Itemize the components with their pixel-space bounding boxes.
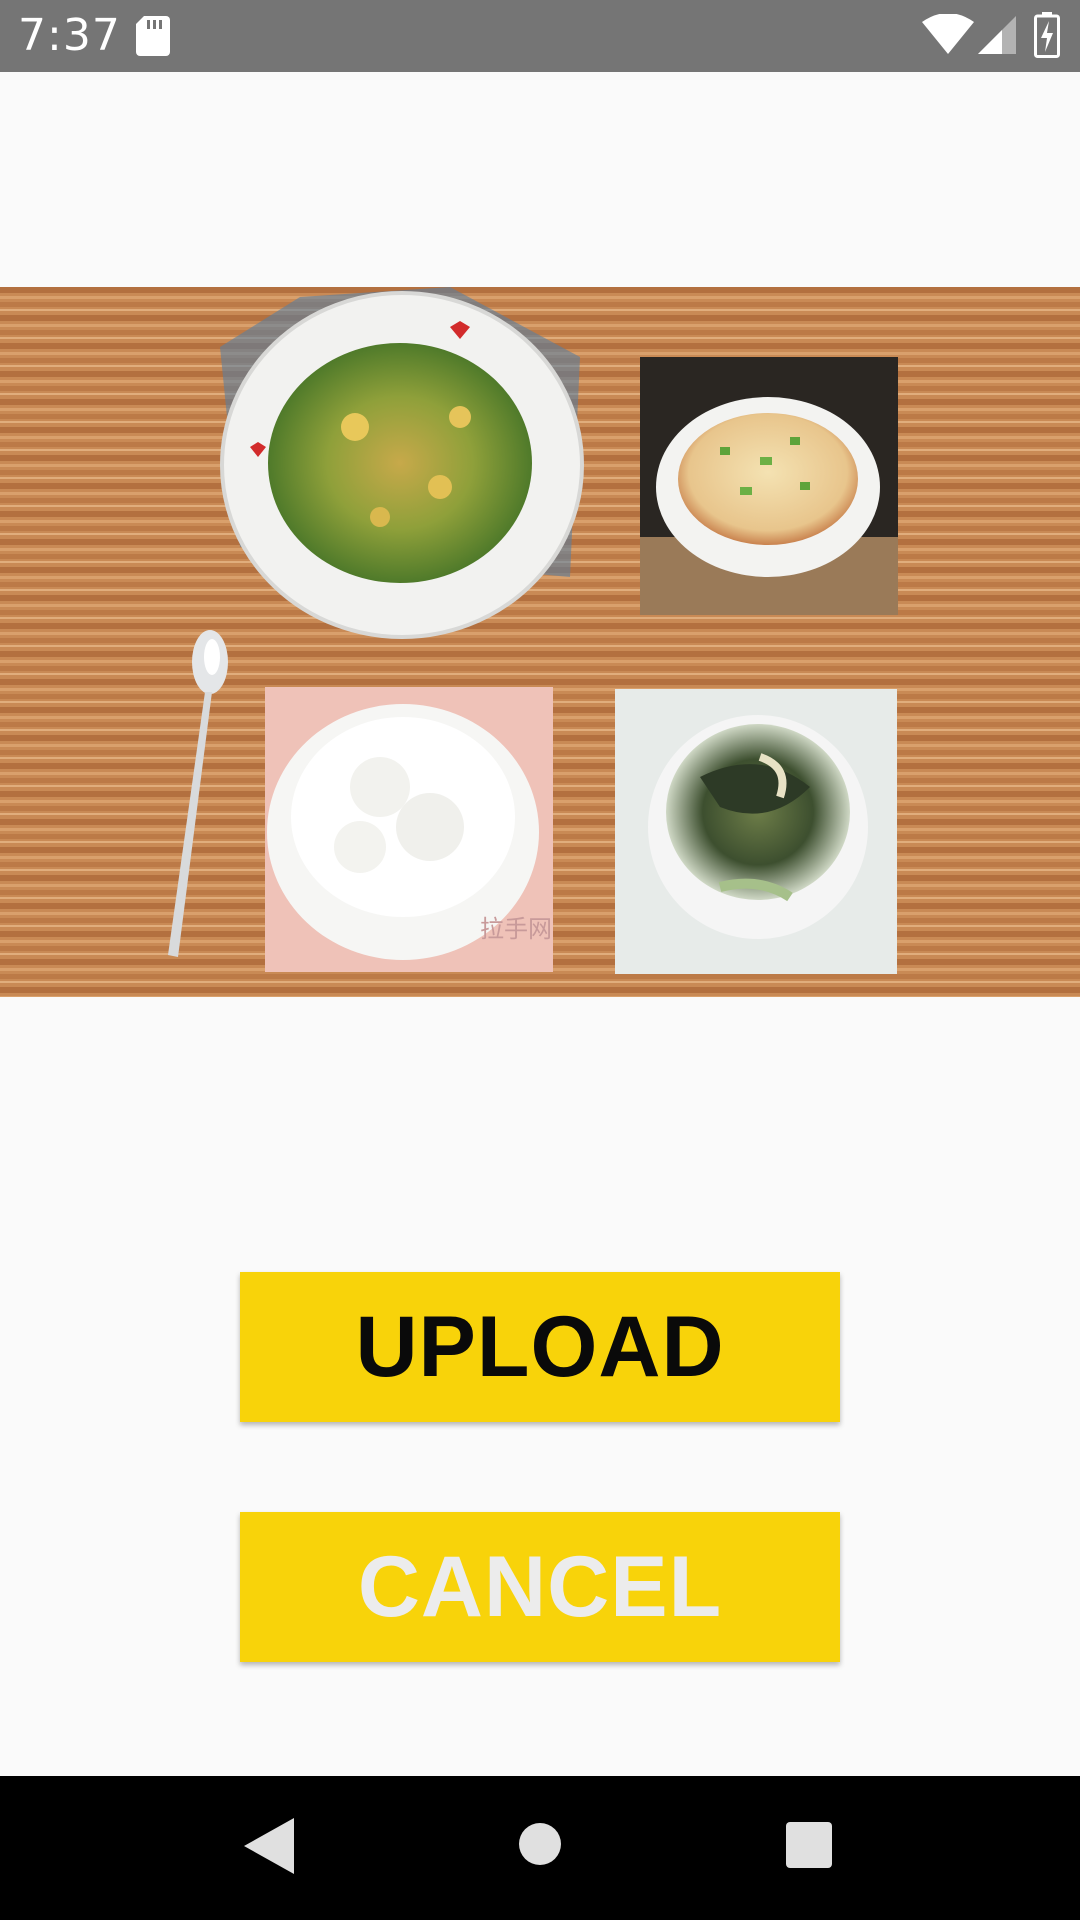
home-icon[interactable]	[518, 1822, 562, 1866]
upload-button[interactable]: UPLOAD	[240, 1272, 840, 1422]
back-icon[interactable]	[244, 1818, 294, 1874]
cancel-button[interactable]: CANCEL	[240, 1512, 840, 1662]
battery-charging-icon	[1034, 12, 1060, 58]
wifi-icon	[922, 14, 974, 54]
cell-signal-icon	[978, 16, 1016, 54]
status-bar: 7:37	[0, 0, 1080, 72]
eggs-dish	[220, 287, 584, 639]
status-time: 7:37	[18, 10, 121, 61]
soup-dish	[615, 689, 897, 974]
custard-dish	[640, 357, 898, 615]
svg-text:拉手网: 拉手网	[480, 915, 552, 943]
recents-icon[interactable]	[786, 1822, 832, 1868]
navigation-bar	[0, 1776, 1080, 1920]
sd-card-icon	[136, 16, 170, 56]
rice-dish: 拉手网	[265, 687, 553, 972]
meal-photo: 拉手网	[0, 287, 1080, 997]
